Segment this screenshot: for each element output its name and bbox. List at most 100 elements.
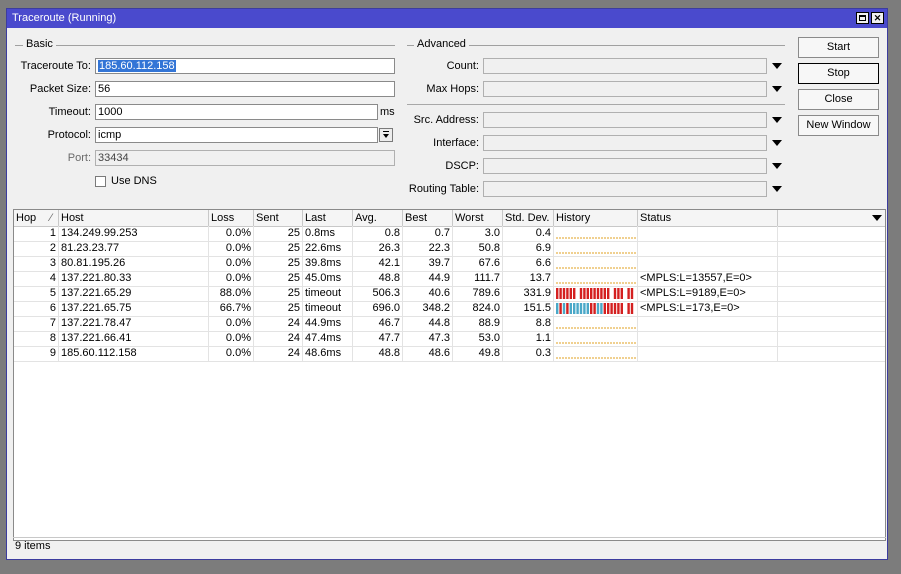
history-bar <box>576 303 579 314</box>
basic-group-line <box>15 45 395 46</box>
src-address-input[interactable] <box>483 112 767 128</box>
history-bar <box>590 288 593 299</box>
cell-std: 331.9 <box>503 286 554 301</box>
cell-status <box>638 226 778 241</box>
history-bar <box>607 288 610 299</box>
stop-button[interactable]: Stop <box>798 63 879 84</box>
timeout-input[interactable]: 1000 <box>95 104 378 120</box>
history-sparkline <box>556 267 636 269</box>
packet-size-input[interactable]: 56 <box>95 81 395 97</box>
dscp-label: DSCP: <box>445 160 479 172</box>
cell-last: timeout <box>303 301 353 316</box>
col-avg[interactable]: Avg. <box>353 210 403 226</box>
history-bar <box>579 303 583 314</box>
cell-last: timeout <box>303 286 353 301</box>
history-bar <box>610 303 613 314</box>
use-dns-checkbox[interactable] <box>95 176 106 187</box>
cell-avg: 46.7 <box>353 316 403 331</box>
table-row[interactable]: 2 81.23.23.77 0.0% 25 22.6ms 26.3 22.3 50.8 6.9 <box>14 241 885 257</box>
interface-input[interactable] <box>483 135 767 151</box>
history-bar <box>562 303 566 314</box>
col-hop[interactable]: Hop ⁄ <box>14 210 59 226</box>
close-button[interactable]: Close <box>798 89 879 110</box>
protocol-select[interactable]: icmp <box>95 127 378 143</box>
results-table: Hop ⁄ Host Loss Sent Last Avg. Best Worst… <box>13 209 886 541</box>
history-bar <box>559 303 562 314</box>
table-row[interactable]: 5 137.221.65.29 88.0% 25 timeout 506.3 40.6 789… <box>14 286 885 302</box>
dscp-input[interactable] <box>483 158 767 174</box>
routing-table-label: Routing Table: <box>408 183 479 195</box>
history-bar <box>630 288 634 299</box>
traceroute-window: Traceroute (Running) ✕ Basic Traceroute … <box>6 8 888 560</box>
basic-group-label: Basic <box>23 38 56 50</box>
col-hop-label: Hop <box>16 212 37 224</box>
history-bar <box>596 303 600 314</box>
col-std-dev[interactable]: Std. Dev. <box>503 210 554 226</box>
col-host[interactable]: Host <box>59 210 209 226</box>
history-bar <box>630 303 634 314</box>
cell-sent: 24 <box>254 331 303 346</box>
cell-history <box>554 271 638 286</box>
max-hops-dropdown-icon[interactable] <box>772 86 782 92</box>
history-sparkline <box>556 282 636 284</box>
cell-last: 22.6ms <box>303 241 353 256</box>
table-row[interactable]: 8 137.221.66.41 0.0% 24 47.4ms 47.7 47.3 53.0 1.… <box>14 331 885 347</box>
start-button[interactable]: Start <box>798 37 879 58</box>
cell-last: 45.0ms <box>303 271 353 286</box>
col-history[interactable]: History <box>554 210 638 226</box>
cell-std: 8.8 <box>503 316 554 331</box>
cell-best: 44.9 <box>403 271 453 286</box>
cell-status: <MPLS:L=13557,E=0> <box>638 271 778 286</box>
table-row[interactable]: 6 137.221.65.75 66.7% 25 timeout 696.0 348.2 82… <box>14 301 885 317</box>
table-row[interactable]: 4 137.221.80.33 0.0% 25 45.0ms 48.8 44.9 111.7 1… <box>14 271 885 287</box>
routing-table-input[interactable] <box>483 181 767 197</box>
routing-table-dropdown-icon[interactable] <box>772 186 782 192</box>
cell-hop: 5 <box>14 286 59 301</box>
cell-status <box>638 316 778 331</box>
close-icon[interactable]: ✕ <box>871 12 884 24</box>
cell-last: 47.4ms <box>303 331 353 346</box>
protocol-label: Protocol: <box>47 129 91 141</box>
src-address-dropdown-icon[interactable] <box>772 117 782 123</box>
col-last[interactable]: Last <box>303 210 353 226</box>
port-input[interactable]: 33434 <box>95 150 395 166</box>
table-row[interactable]: 7 137.221.78.47 0.0% 24 44.9ms 46.7 44.8 88.9 8.… <box>14 316 885 332</box>
col-status[interactable]: Status <box>638 210 778 226</box>
count-dropdown-icon[interactable] <box>772 63 782 69</box>
table-row[interactable]: 9 185.60.112.158 0.0% 24 48.6ms 48.8 48.6 49.8 0… <box>14 346 885 362</box>
col-sent[interactable]: Sent <box>254 210 303 226</box>
cell-loss: 66.7% <box>209 301 254 316</box>
col-worst[interactable]: Worst <box>453 210 503 226</box>
maximize-icon[interactable] <box>856 12 869 24</box>
columns-dropdown-icon[interactable] <box>872 215 882 221</box>
cell-avg: 0.8 <box>353 226 403 241</box>
history-bar <box>627 303 630 314</box>
col-extra <box>778 210 885 226</box>
count-input[interactable] <box>483 58 767 74</box>
cell-hop: 8 <box>14 331 59 346</box>
col-best[interactable]: Best <box>403 210 453 226</box>
table-row[interactable]: 3 80.81.195.26 0.0% 25 39.8ms 42.1 39.7 67.6 6.6 <box>14 256 885 272</box>
col-loss[interactable]: Loss <box>209 210 254 226</box>
cell-worst: 789.6 <box>453 286 503 301</box>
window-titlebar[interactable]: Traceroute (Running) ✕ <box>7 9 887 28</box>
table-row[interactable]: 1 134.249.99.253 0.0% 25 0.8ms 0.8 0.7 3.0 0.4 <box>14 226 885 242</box>
cell-worst: 67.6 <box>453 256 503 271</box>
history-bar <box>593 288 596 299</box>
max-hops-input[interactable] <box>483 81 767 97</box>
advanced-group-label: Advanced <box>414 38 469 50</box>
cell-hop: 3 <box>14 256 59 271</box>
dscp-dropdown-icon[interactable] <box>772 163 782 169</box>
cell-status <box>638 241 778 256</box>
history-bar <box>566 303 569 314</box>
traceroute-to-value: 185.60.112.158 <box>98 60 176 72</box>
new-window-button[interactable]: New Window <box>798 115 879 136</box>
cell-sent: 25 <box>254 286 303 301</box>
traceroute-to-input[interactable]: 185.60.112.158 <box>95 58 395 74</box>
interface-dropdown-icon[interactable] <box>772 140 782 146</box>
history-bar <box>617 288 620 299</box>
cell-avg: 506.3 <box>353 286 403 301</box>
history-bar <box>566 288 569 299</box>
cell-best: 40.6 <box>403 286 453 301</box>
cell-hop: 7 <box>14 316 59 331</box>
